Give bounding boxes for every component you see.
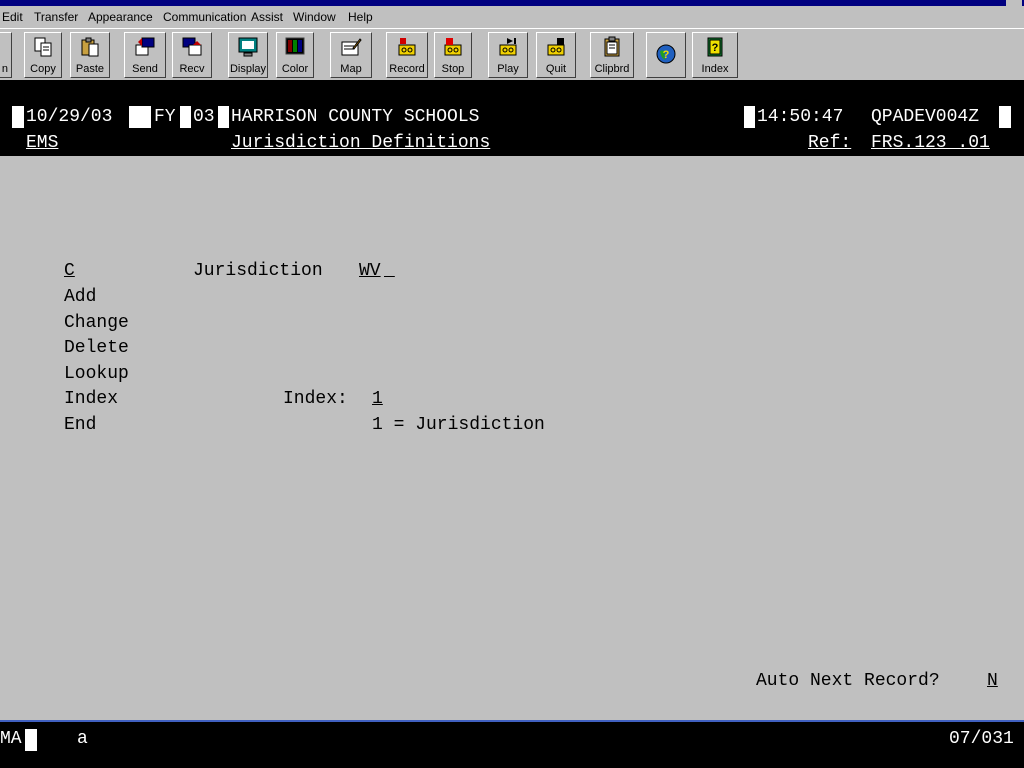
status-cursor bbox=[25, 729, 37, 751]
action-option-lookup: Lookup bbox=[64, 364, 129, 384]
auto-next-record-label: Auto Next Record? bbox=[756, 671, 940, 691]
play-button-label: Play bbox=[497, 63, 519, 75]
cursor-position: 07/031 bbox=[949, 729, 1014, 749]
menu-communication[interactable]: Communication bbox=[163, 10, 246, 24]
color-button[interactable]: Color bbox=[276, 32, 314, 78]
status-mode: MA bbox=[0, 729, 22, 749]
fiscal-year-value: 03 bbox=[193, 107, 215, 127]
copy-button[interactable]: Copy bbox=[24, 32, 62, 78]
color-icon bbox=[285, 37, 305, 55]
index-option-description: 1 = Jurisdiction bbox=[372, 415, 545, 435]
paste-button[interactable]: Paste bbox=[70, 32, 110, 78]
status-bar: MA a 07/031 bbox=[0, 720, 1024, 768]
menu-bar: Edit Transfer Appearance Communication A… bbox=[0, 6, 1024, 28]
receive-button[interactable]: Recv bbox=[172, 32, 212, 78]
field-marker bbox=[999, 106, 1011, 128]
index-button-label: Index bbox=[701, 63, 729, 75]
map-icon bbox=[341, 38, 362, 56]
map-button-label: Map bbox=[340, 63, 362, 75]
menu-transfer[interactable]: Transfer bbox=[34, 10, 78, 24]
receive-button-label: Recv bbox=[179, 63, 205, 75]
globe-help-icon: ? bbox=[656, 44, 676, 64]
record-icon bbox=[398, 38, 416, 56]
copy-icon bbox=[34, 37, 52, 57]
receive-icon bbox=[182, 37, 202, 56]
send-button[interactable]: Send bbox=[124, 32, 166, 78]
quit-icon bbox=[547, 38, 565, 56]
menu-help[interactable]: Help bbox=[348, 10, 373, 24]
field-marker bbox=[12, 106, 24, 128]
header-date: 10/29/03 bbox=[26, 107, 113, 127]
terminal-top-band bbox=[0, 80, 1024, 103]
menu-edit[interactable]: Edit bbox=[2, 10, 23, 24]
ref-label: Ref: bbox=[808, 133, 852, 153]
field-marker bbox=[180, 106, 191, 128]
stop-icon bbox=[444, 38, 462, 56]
menu-window[interactable]: Window bbox=[293, 10, 336, 24]
action-option-add: Add bbox=[64, 287, 97, 307]
action-code-field[interactable]: C bbox=[64, 259, 75, 283]
action-option-end: End bbox=[64, 415, 97, 435]
record-button[interactable]: Record bbox=[386, 32, 428, 78]
field-marker bbox=[744, 106, 755, 128]
paste-icon bbox=[81, 37, 99, 57]
display-button-label: Display bbox=[229, 63, 267, 75]
ref-value: FRS.123 .01 bbox=[871, 133, 990, 153]
jurisdiction-label: Jurisdiction bbox=[193, 261, 323, 281]
menu-appearance[interactable]: Appearance bbox=[88, 10, 153, 24]
organization-name: HARRISON COUNTY SCHOOLS bbox=[231, 107, 480, 127]
play-icon bbox=[499, 38, 517, 56]
toolbar: n Copy Paste Send Recv Display Color Map… bbox=[0, 28, 1024, 80]
quit-button-label: Quit bbox=[545, 63, 567, 75]
clipboard-icon bbox=[604, 36, 620, 57]
color-button-label: Color bbox=[281, 63, 309, 75]
menu-assist[interactable]: Assist bbox=[251, 10, 283, 24]
action-option-delete: Delete bbox=[64, 338, 129, 358]
play-button[interactable]: Play bbox=[488, 32, 528, 78]
field-marker bbox=[129, 106, 151, 128]
index-label: Index: bbox=[283, 389, 348, 409]
index-book-icon: ? bbox=[707, 37, 723, 57]
send-icon bbox=[135, 37, 155, 56]
toolbar-button-label: n bbox=[1, 63, 8, 75]
send-button-label: Send bbox=[132, 63, 158, 75]
clipboard-button-label: Clipbrd bbox=[594, 63, 630, 75]
index-button[interactable]: ? Index bbox=[692, 32, 738, 78]
header-time: 14:50:47 bbox=[757, 107, 844, 127]
svg-text:?: ? bbox=[712, 42, 719, 54]
map-button[interactable]: Map bbox=[330, 32, 372, 78]
index-field[interactable]: 1 bbox=[372, 387, 383, 411]
copy-button-label: Copy bbox=[30, 63, 56, 75]
session-id: QPADEV004Z bbox=[871, 107, 980, 127]
screen-title: Jurisdiction Definitions bbox=[231, 133, 491, 153]
record-button-label: Record bbox=[389, 63, 425, 75]
paste-button-label: Paste bbox=[75, 63, 105, 75]
stop-button-label: Stop bbox=[441, 63, 465, 75]
action-option-change: Change bbox=[64, 313, 129, 333]
terminal-screen[interactable]: 10/29/03 FY 03 HARRISON COUNTY SCHOOLS 1… bbox=[0, 80, 1024, 720]
display-icon bbox=[238, 37, 258, 57]
action-option-index: Index bbox=[64, 389, 119, 409]
jurisdiction-field-pad[interactable] bbox=[384, 259, 395, 283]
fiscal-year-label: FY bbox=[154, 107, 176, 127]
quit-button[interactable]: Quit bbox=[536, 32, 576, 78]
field-marker bbox=[218, 106, 229, 128]
svg-text:?: ? bbox=[663, 49, 670, 61]
clipboard-button[interactable]: Clipbrd bbox=[590, 32, 634, 78]
stop-button[interactable]: Stop bbox=[434, 32, 472, 78]
system-name: EMS bbox=[26, 133, 59, 153]
status-indicator: a bbox=[77, 729, 88, 749]
jurisdiction-field[interactable]: WV bbox=[359, 259, 381, 283]
display-button[interactable]: Display bbox=[228, 32, 268, 78]
help-globe-button[interactable]: ? bbox=[646, 32, 686, 78]
toolbar-button-partial[interactable]: n bbox=[0, 32, 12, 78]
auto-next-record-field[interactable]: N bbox=[987, 669, 998, 693]
